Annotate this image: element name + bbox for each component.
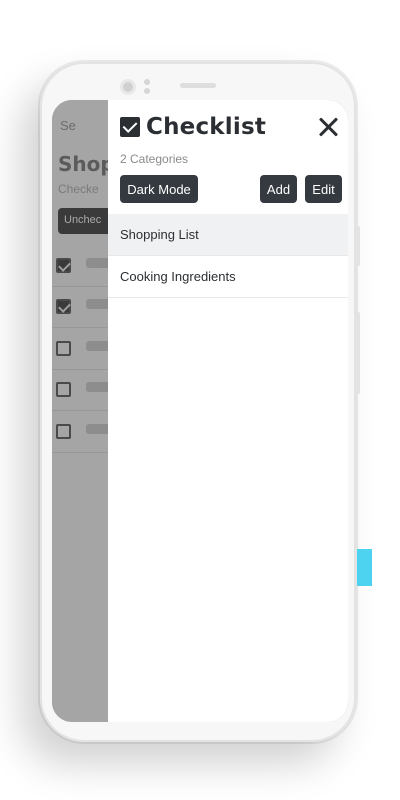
- device-screen: Se Shop Checke Unchec Checklist 2 Catego…: [52, 100, 348, 722]
- sensor-icon: [144, 79, 150, 85]
- drawer-title: Checklist: [146, 114, 267, 140]
- background-title: Shop: [58, 152, 115, 176]
- checkbox-logo-icon: [120, 117, 140, 137]
- category-list: Shopping List Cooking Ingredients: [108, 214, 348, 298]
- speaker-grille: [180, 83, 216, 88]
- background-search-placeholder: Se: [60, 118, 76, 133]
- volume-button: [356, 226, 360, 266]
- category-item-cooking-ingredients[interactable]: Cooking Ingredients: [108, 256, 348, 298]
- power-button: [356, 312, 360, 394]
- checkbox-checked-icon: [56, 258, 71, 273]
- navigation-drawer: Checklist 2 Categories Dark Mode Add Edi…: [108, 100, 348, 722]
- edit-categories-button[interactable]: Edit: [305, 175, 342, 203]
- dark-mode-button[interactable]: Dark Mode: [120, 175, 198, 203]
- category-count: 2 Categories: [120, 152, 189, 166]
- drawer-header: Checklist: [120, 114, 266, 140]
- background-row: [52, 329, 116, 370]
- accent-tab: [357, 549, 372, 586]
- background-app: Se Shop Checke Unchec: [52, 100, 118, 722]
- camera-icon: [120, 79, 136, 95]
- background-row: [52, 246, 116, 287]
- category-item-shopping-list[interactable]: Shopping List: [108, 214, 348, 256]
- background-subtitle: Checke: [58, 182, 99, 196]
- sensor-icon: [144, 88, 150, 94]
- checkbox-checked-icon: [56, 299, 71, 314]
- checkbox-unchecked-icon: [56, 424, 71, 439]
- background-row: [52, 370, 116, 411]
- add-category-button[interactable]: Add: [260, 175, 297, 203]
- checkbox-unchecked-icon: [56, 382, 71, 397]
- background-row: [52, 412, 116, 453]
- checkbox-unchecked-icon: [56, 341, 71, 356]
- close-icon[interactable]: [316, 114, 342, 140]
- background-row: [52, 287, 116, 328]
